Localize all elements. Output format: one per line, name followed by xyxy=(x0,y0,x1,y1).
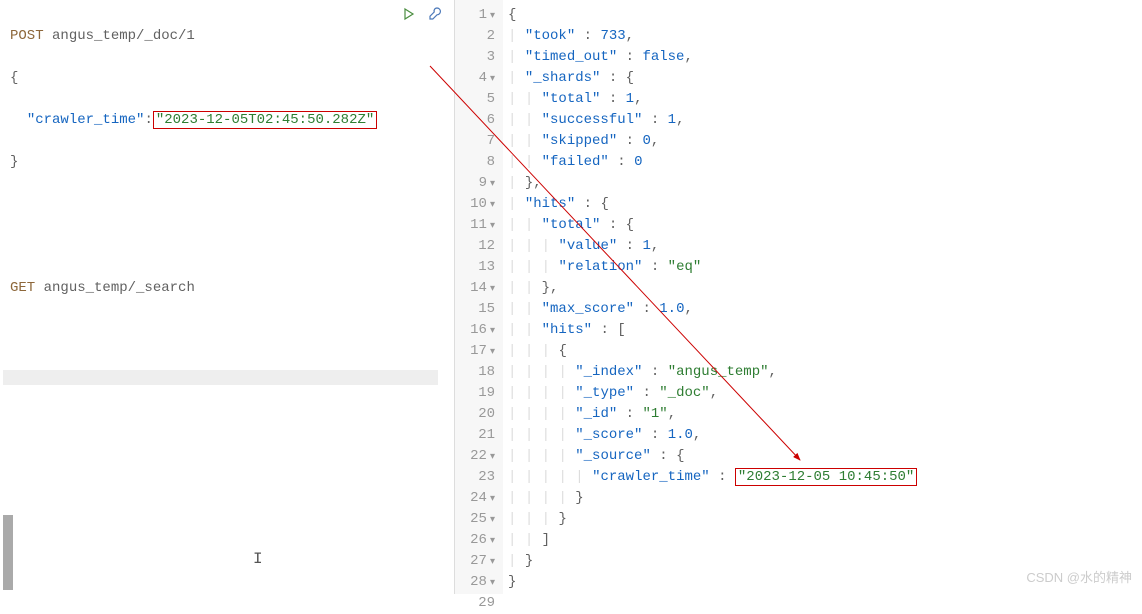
fold-arrow-icon[interactable]: ▾ xyxy=(490,326,495,337)
gutter-line-number: 3 xyxy=(460,47,495,68)
gutter-line-number: 12 xyxy=(460,236,495,257)
code-line xyxy=(508,593,917,614)
code-line: | | | | "_id" : "1", xyxy=(508,404,917,425)
gutter-line-number: 15 xyxy=(460,299,495,320)
code-line: | | "failed" : 0 xyxy=(508,152,917,173)
code-line: | | | "relation" : "eq" xyxy=(508,257,917,278)
fold-arrow-icon[interactable]: ▾ xyxy=(490,200,495,211)
response-gutter: 1▾234▾56789▾10▾11▾121314▾1516▾17▾1819202… xyxy=(455,0,503,594)
gutter-line-number: 10▾ xyxy=(460,194,495,215)
editor-toolbar xyxy=(400,5,444,23)
vertical-scrollbar-thumb[interactable] xyxy=(3,515,13,590)
gutter-line-number: 25▾ xyxy=(460,509,495,530)
code-line: | "took" : 733, xyxy=(508,26,917,47)
fold-arrow-icon[interactable]: ▾ xyxy=(490,515,495,526)
horizontal-scrollbar[interactable] xyxy=(3,370,438,385)
code-line: | | "successful" : 1, xyxy=(508,110,917,131)
gutter-line-number: 13 xyxy=(460,257,495,278)
code-line: | "timed_out" : false, xyxy=(508,47,917,68)
gutter-line-number: 6 xyxy=(460,110,495,131)
gutter-line-number: 7 xyxy=(460,131,495,152)
gutter-line-number: 19 xyxy=(460,383,495,404)
gutter-line-number: 29 xyxy=(460,593,495,614)
code-line: { xyxy=(508,5,917,26)
code-line: | "_shards" : { xyxy=(508,68,917,89)
code-line: | | ] xyxy=(508,530,917,551)
code-line: | | | | "_source" : { xyxy=(508,446,917,467)
request-editor-content[interactable]: POST angus_temp/_doc/1 { "crawler_time":… xyxy=(0,0,454,346)
gutter-line-number: 4▾ xyxy=(460,68,495,89)
code-line: } xyxy=(508,572,917,593)
code-line: | | "max_score" : 1.0, xyxy=(508,299,917,320)
code-line: | } xyxy=(508,551,917,572)
code-line: | | | | } xyxy=(508,488,917,509)
gutter-line-number: 2 xyxy=(460,26,495,47)
code-line: | | | | "_type" : "_doc", xyxy=(508,383,917,404)
code-line: | | | | | "crawler_time" : "2023-12-05 1… xyxy=(508,467,917,488)
gutter-line-number: 24▾ xyxy=(460,488,495,509)
code-line: | | "total" : 1, xyxy=(508,89,917,110)
gutter-line-number: 18 xyxy=(460,362,495,383)
gutter-line-number: 21 xyxy=(460,425,495,446)
code-line: | | | | "_index" : "angus_temp", xyxy=(508,362,917,383)
crawler-time-input-highlight: "2023-12-05T02:45:50.282Z" xyxy=(153,111,377,129)
fold-arrow-icon[interactable]: ▾ xyxy=(490,74,495,85)
gutter-line-number: 1▾ xyxy=(460,5,495,26)
code-line: | | "skipped" : 0, xyxy=(508,131,917,152)
code-line: | | "total" : { xyxy=(508,215,917,236)
wrench-icon[interactable] xyxy=(426,5,444,23)
request-editor-pane[interactable]: POST angus_temp/_doc/1 { "crawler_time":… xyxy=(0,0,455,594)
code-line: | "hits" : { xyxy=(508,194,917,215)
fold-arrow-icon[interactable]: ▾ xyxy=(490,536,495,547)
gutter-line-number: 9▾ xyxy=(460,173,495,194)
code-line: | | "hits" : [ xyxy=(508,320,917,341)
gutter-line-number: 17▾ xyxy=(460,341,495,362)
fold-arrow-icon[interactable]: ▾ xyxy=(490,347,495,358)
code-line: | | | } xyxy=(508,509,917,530)
code-line: | | }, xyxy=(508,278,917,299)
http-method: GET xyxy=(10,280,35,296)
text-cursor-icon: I xyxy=(253,550,263,568)
gutter-line-number: 28▾ xyxy=(460,572,495,593)
gutter-line-number: 11▾ xyxy=(460,215,495,236)
gutter-line-number: 16▾ xyxy=(460,320,495,341)
fold-arrow-icon[interactable]: ▾ xyxy=(490,11,495,22)
http-method: POST xyxy=(10,28,44,44)
fold-arrow-icon[interactable]: ▾ xyxy=(490,557,495,568)
response-pane: 1▾234▾56789▾10▾11▾121314▾1516▾17▾1819202… xyxy=(455,0,1142,594)
fold-arrow-icon[interactable]: ▾ xyxy=(490,284,495,295)
code-line: | | | "value" : 1, xyxy=(508,236,917,257)
fold-arrow-icon[interactable]: ▾ xyxy=(490,494,495,505)
fold-arrow-icon[interactable]: ▾ xyxy=(490,578,495,589)
run-icon[interactable] xyxy=(400,5,418,23)
gutter-line-number: 22▾ xyxy=(460,446,495,467)
gutter-line-number: 26▾ xyxy=(460,530,495,551)
main-container: POST angus_temp/_doc/1 { "crawler_time":… xyxy=(0,0,1142,594)
response-code[interactable]: {| "took" : 733,| "timed_out" : false,| … xyxy=(503,0,917,594)
gutter-line-number: 14▾ xyxy=(460,278,495,299)
gutter-line-number: 8 xyxy=(460,152,495,173)
code-line: | }, xyxy=(508,173,917,194)
gutter-line-number: 5 xyxy=(460,89,495,110)
code-line: | | | | "_score" : 1.0, xyxy=(508,425,917,446)
gutter-line-number: 20 xyxy=(460,404,495,425)
code-line: | | | { xyxy=(508,341,917,362)
fold-arrow-icon[interactable]: ▾ xyxy=(490,179,495,190)
crawler-time-output-highlight: "2023-12-05 10:45:50" xyxy=(735,468,917,486)
fold-arrow-icon[interactable]: ▾ xyxy=(490,452,495,463)
gutter-line-number: 23 xyxy=(460,467,495,488)
gutter-line-number: 27▾ xyxy=(460,551,495,572)
watermark-text: CSDN @水的精神 xyxy=(1026,567,1132,586)
fold-arrow-icon[interactable]: ▾ xyxy=(490,221,495,232)
